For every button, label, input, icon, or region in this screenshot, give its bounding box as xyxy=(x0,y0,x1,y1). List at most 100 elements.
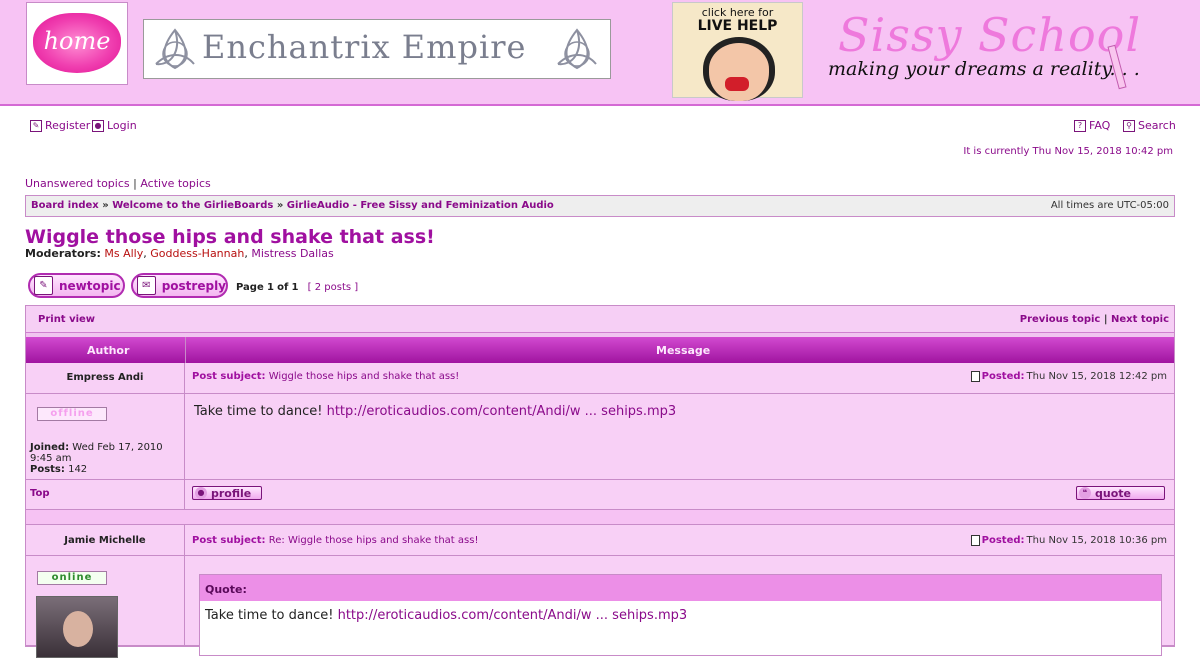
quote-button[interactable]: ❝ quote xyxy=(1076,486,1165,500)
user-icon: ● xyxy=(195,487,207,499)
search-label: Search xyxy=(1138,119,1176,132)
profile-button[interactable]: ● profile xyxy=(192,486,262,500)
post-actions: ● profile ❝ quote xyxy=(185,480,1174,510)
post-body-link[interactable]: http://eroticaudios.com/content/Andi/w .… xyxy=(327,404,677,419)
post-author-cell: Empress Andi xyxy=(26,363,185,394)
profile-label: profile xyxy=(211,486,252,500)
new-topic-icon: ✎ xyxy=(34,276,53,295)
quote-body: Take time to dance! http://eroticaudios.… xyxy=(205,608,687,623)
triquetra-icon xyxy=(155,28,195,70)
quote-header: Quote: xyxy=(200,575,1161,601)
sissy-school-title: Sissy School xyxy=(838,8,1142,62)
pagination-info: Page 1 of 1 [ 2 posts ] xyxy=(236,282,358,293)
moderators-line: Moderators: Ms Ally, Goddess-Hannah, Mis… xyxy=(25,247,334,260)
post-author-profile: online xyxy=(26,556,185,658)
posted-label: Posted: xyxy=(981,535,1025,546)
faq-link[interactable]: ? FAQ xyxy=(1074,119,1110,132)
avatar xyxy=(36,596,118,658)
live-help-banner[interactable]: click here for LIVE HELP xyxy=(672,2,803,101)
quote-label: quote xyxy=(1095,486,1131,500)
posted-date: Thu Nov 15, 2018 12:42 pm xyxy=(1026,371,1167,382)
phone-icon xyxy=(725,77,749,91)
posts-count: 142 xyxy=(68,464,88,475)
posted-date: Thu Nov 15, 2018 10:36 pm xyxy=(1026,535,1167,546)
enchantrix-empire-banner[interactable]: Enchantrix Empire xyxy=(143,19,611,79)
new-topic-button[interactable]: ✎ newtopic xyxy=(28,273,125,298)
quote-block: Quote: Take time to dance! http://erotic… xyxy=(199,574,1162,656)
post-author-name[interactable]: Empress Andi xyxy=(67,372,144,383)
login-icon: ● xyxy=(92,119,104,132)
search-link[interactable]: ⚲ Search xyxy=(1123,119,1176,132)
post-body: Take time to dance! http://eroticaudios.… xyxy=(194,404,676,419)
moderator-link[interactable]: Goddess-Hannah xyxy=(150,247,244,260)
home-logo-button[interactable]: home xyxy=(26,2,128,85)
active-topics-link[interactable]: Active topics xyxy=(140,177,210,190)
post-subject-row: Post subject: Re: Wiggle those hips and … xyxy=(185,525,1174,556)
new-topic-label: newtopic xyxy=(59,278,121,293)
online-badge: online xyxy=(37,571,107,585)
top-link[interactable]: Top xyxy=(30,488,50,499)
quote-body-link[interactable]: http://eroticaudios.com/content/Andi/w .… xyxy=(338,608,688,623)
register-icon: ✎ xyxy=(30,119,42,132)
login-label: Login xyxy=(107,119,137,132)
table-header-row: Author Message xyxy=(26,337,1174,363)
operator-image xyxy=(703,37,775,101)
breadcrumb-board-index[interactable]: Board index xyxy=(31,200,99,211)
column-divider xyxy=(185,337,186,363)
post-body-text: Take time to dance! xyxy=(194,404,323,419)
post-separator xyxy=(26,510,1174,525)
breadcrumb-separator: » xyxy=(276,200,284,211)
post-reply-button[interactable]: ✉ postreply xyxy=(131,273,228,298)
post-footer-left: Top xyxy=(26,480,185,510)
breadcrumb-welcome[interactable]: Welcome to the GirlieBoards xyxy=(112,200,273,211)
post-author-profile: offline Joined: Wed Feb 17, 2010 9:45 am… xyxy=(26,394,185,480)
author-posts: Posts: 142 xyxy=(30,464,87,475)
column-header-author: Author xyxy=(87,344,130,357)
site-header: home Enchantrix Empire click here for LI… xyxy=(0,0,1200,106)
search-icon: ⚲ xyxy=(1123,119,1135,132)
page-prefix: Page xyxy=(236,282,264,293)
posts-table: Print view Previous topic | Next topic A… xyxy=(25,305,1175,658)
login-link[interactable]: ● Login xyxy=(92,119,137,132)
quick-links-separator: | xyxy=(133,177,137,190)
unanswered-topics-link[interactable]: Unanswered topics xyxy=(25,177,130,190)
post-subject[interactable]: Re: Wiggle those hips and shake that ass… xyxy=(269,535,479,546)
post-author-name[interactable]: Jamie Michelle xyxy=(64,535,145,546)
live-help-line2: LIVE HELP xyxy=(697,18,778,34)
joined-label: Joined: xyxy=(30,442,70,453)
page-current: 1 xyxy=(266,282,274,293)
posted-label: Posted: xyxy=(981,371,1025,382)
post-document-icon[interactable] xyxy=(970,535,980,546)
topic-title[interactable]: Wiggle those hips and shake that ass! xyxy=(25,226,435,248)
register-link[interactable]: ✎ Register xyxy=(30,119,90,132)
topic-nav-separator: | xyxy=(1103,314,1108,325)
author-joined: Joined: Wed Feb 17, 2010 9:45 am xyxy=(30,442,184,464)
next-topic-link[interactable]: Next topic xyxy=(1111,314,1169,325)
breadcrumb-separator: » xyxy=(102,200,109,211)
post-count: [ 2 posts ] xyxy=(307,282,359,293)
register-label: Register xyxy=(45,119,91,132)
print-view-link[interactable]: Print view xyxy=(38,314,95,325)
post-subject[interactable]: Wiggle those hips and shake that ass! xyxy=(269,371,460,382)
post-message: Take time to dance! http://eroticaudios.… xyxy=(185,394,1174,480)
post-reply-label: postreply xyxy=(161,278,226,293)
breadcrumb: Board index » Welcome to the GirlieBoard… xyxy=(25,195,1175,217)
moderator-link[interactable]: Mistress Dallas xyxy=(251,247,333,260)
triquetra-icon xyxy=(557,28,597,70)
post-subject-label: Post subject: xyxy=(192,535,266,546)
previous-topic-link[interactable]: Previous topic xyxy=(1020,314,1101,325)
quote-body-text: Take time to dance! xyxy=(205,608,334,623)
post-message: Quote: Take time to dance! http://erotic… xyxy=(185,556,1174,656)
quote-header-label: Quote: xyxy=(205,583,247,596)
moderator-link[interactable]: Ms Ally xyxy=(104,247,143,260)
offline-badge: offline xyxy=(37,407,107,421)
breadcrumb-forum[interactable]: GirlieAudio - Free Sissy and Feminizatio… xyxy=(287,200,554,211)
sissy-school-tagline: making your dreams a reality. . . xyxy=(828,58,1140,80)
post-subject-row: Post subject: Wiggle those hips and shak… xyxy=(185,363,1174,394)
post-document-icon[interactable] xyxy=(970,371,980,382)
home-label: home xyxy=(43,27,111,55)
quote-icon: ❝ xyxy=(1079,487,1091,499)
quick-links: Unanswered topics | Active topics xyxy=(25,177,211,190)
page-total: 1 xyxy=(291,282,299,293)
post-reply-icon: ✉ xyxy=(137,276,156,295)
